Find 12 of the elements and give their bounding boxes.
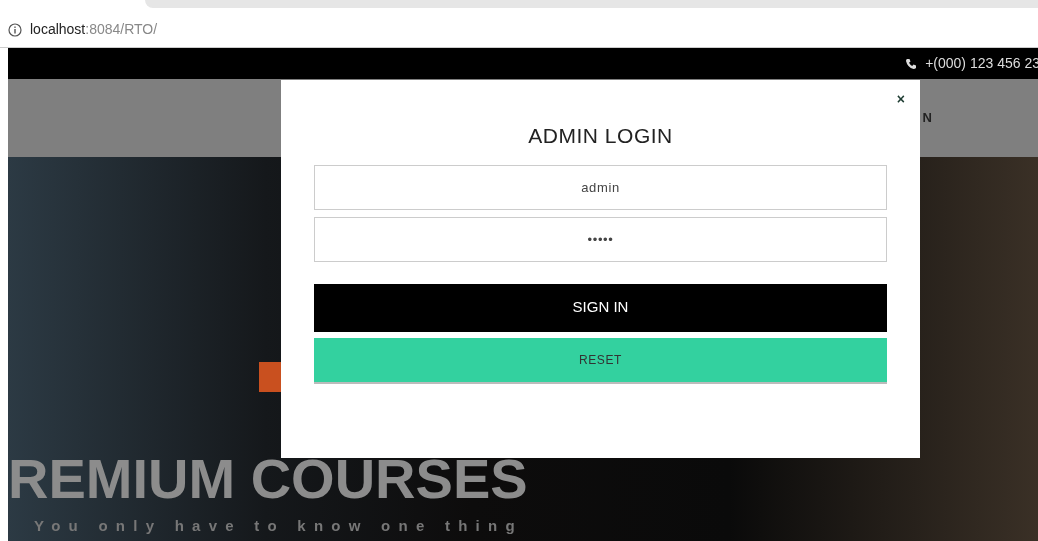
username-field[interactable]: admin — [314, 164, 887, 210]
password-field[interactable]: ••••• — [314, 216, 887, 262]
close-button[interactable]: × — [896, 92, 905, 106]
modal-title: ADMIN LOGIN — [528, 123, 673, 149]
hero-heading: REMIUM COURSES — [8, 450, 529, 507]
hero-subtitle: You only have to know one thing — [34, 515, 524, 536]
phone-icon — [905, 57, 918, 70]
nav-item[interactable]: N — [922, 108, 932, 128]
url-text[interactable]: localhost:8084/RTO/ — [30, 19, 158, 40]
reset-button[interactable]: RESET — [314, 337, 887, 384]
info-icon[interactable] — [8, 22, 22, 37]
sign-in-button[interactable]: SIGN IN — [314, 283, 887, 332]
